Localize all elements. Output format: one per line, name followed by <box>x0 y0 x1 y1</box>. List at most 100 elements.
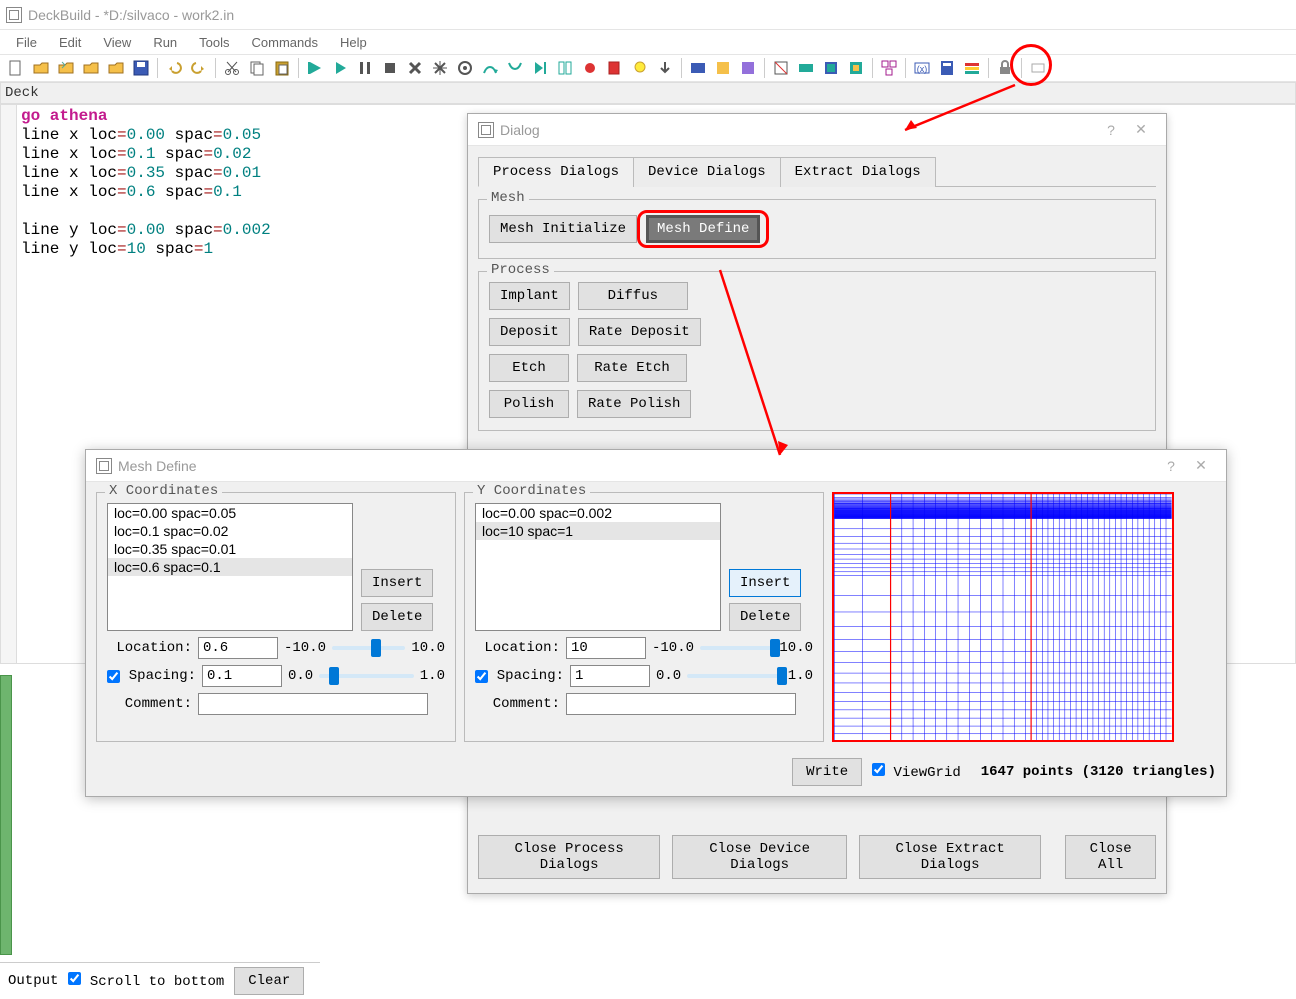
etch-button[interactable]: Etch <box>489 354 569 382</box>
x-insert-button[interactable]: Insert <box>361 569 433 597</box>
menu-help[interactable]: Help <box>330 33 377 52</box>
tb-open2-icon[interactable] <box>54 56 78 80</box>
menu-commands[interactable]: Commands <box>242 33 328 52</box>
menu-edit[interactable]: Edit <box>49 33 91 52</box>
rate-etch-button[interactable]: Rate Etch <box>577 354 687 382</box>
tb-step2-icon[interactable] <box>503 56 527 80</box>
deposit-button[interactable]: Deposit <box>489 318 570 346</box>
rate-polish-button[interactable]: Rate Polish <box>577 390 691 418</box>
close-device-button[interactable]: Close Device Dialogs <box>672 835 847 879</box>
tb-cursor-icon[interactable] <box>553 56 577 80</box>
y-spacing-input[interactable] <box>570 665 650 687</box>
menu-view[interactable]: View <box>93 33 141 52</box>
mesh-titlebar[interactable]: Mesh Define ? ✕ <box>86 450 1226 482</box>
rate-deposit-button[interactable]: Rate Deposit <box>578 318 701 346</box>
output-bar: Output Scroll to bottom Clear <box>0 962 320 999</box>
tb-commands-icon[interactable] <box>877 56 901 80</box>
tb-save-icon[interactable] <box>129 56 153 80</box>
tb-var-icon[interactable]: (x) <box>910 56 934 80</box>
y-location-input[interactable] <box>566 637 646 659</box>
tb-stop-icon[interactable] <box>378 56 402 80</box>
x-comment-input[interactable] <box>198 693 428 715</box>
tb-cancel-icon[interactable] <box>403 56 427 80</box>
list-item[interactable]: loc=0.1 spac=0.02 <box>108 522 352 540</box>
tb-open3-icon[interactable] <box>79 56 103 80</box>
viewgrid-checkbox-label[interactable]: ViewGrid <box>872 763 961 781</box>
tb-calc-icon[interactable] <box>935 56 959 80</box>
mesh-define-button[interactable]: Mesh Define <box>646 215 760 243</box>
tb-down-icon[interactable] <box>653 56 677 80</box>
tb-paste-icon[interactable] <box>270 56 294 80</box>
dialog-titlebar[interactable]: Dialog ? ✕ <box>468 114 1166 146</box>
mesh-initialize-button[interactable]: Mesh Initialize <box>489 215 637 243</box>
list-item[interactable]: loc=0.00 spac=0.05 <box>108 504 352 522</box>
tb-pause-icon[interactable] <box>353 56 377 80</box>
y-listbox[interactable]: loc=0.00 spac=0.002loc=10 spac=1 <box>475 503 721 631</box>
tab-extract-dialogs[interactable]: Extract Dialogs <box>780 157 936 187</box>
scroll-checkbox-label[interactable]: Scroll to bottom <box>68 972 224 990</box>
tb-tool2-icon[interactable] <box>711 56 735 80</box>
clear-button[interactable]: Clear <box>234 967 304 995</box>
tb-play-icon[interactable] <box>328 56 352 80</box>
diffus-button[interactable]: Diffus <box>578 282 688 310</box>
tb-redo-icon[interactable] <box>187 56 211 80</box>
tb-bulb-icon[interactable] <box>628 56 652 80</box>
menu-tools[interactable]: Tools <box>189 33 239 52</box>
x-location-input[interactable] <box>198 637 278 659</box>
close-extract-button[interactable]: Close Extract Dialogs <box>859 835 1041 879</box>
viewgrid-checkbox[interactable] <box>872 763 885 776</box>
tb-target-icon[interactable] <box>453 56 477 80</box>
close-process-button[interactable]: Close Process Dialogs <box>478 835 660 879</box>
tb-copy-icon[interactable] <box>245 56 269 80</box>
menu-file[interactable]: File <box>6 33 47 52</box>
x-delete-button[interactable]: Delete <box>361 603 433 631</box>
tb-kill-icon[interactable] <box>428 56 452 80</box>
tb-step-icon[interactable] <box>478 56 502 80</box>
dialog-help-icon[interactable]: ? <box>1096 122 1126 138</box>
tb-tool7-icon[interactable] <box>844 56 868 80</box>
x-listbox[interactable]: loc=0.00 spac=0.05loc=0.1 spac=0.02loc=0… <box>107 503 353 631</box>
tab-device-dialogs[interactable]: Device Dialogs <box>633 157 781 187</box>
mesh-help-icon[interactable]: ? <box>1156 458 1186 474</box>
menu-run[interactable]: Run <box>143 33 187 52</box>
tb-tool4-icon[interactable] <box>769 56 793 80</box>
tb-tool3-icon[interactable] <box>736 56 760 80</box>
close-all-button[interactable]: Close All <box>1065 835 1156 879</box>
tb-open4-icon[interactable] <box>104 56 128 80</box>
tb-new-icon[interactable] <box>4 56 28 80</box>
mesh-close-icon[interactable]: ✕ <box>1186 457 1216 474</box>
x-spacing-input[interactable] <box>202 665 282 687</box>
y-insert-button[interactable]: Insert <box>729 569 801 597</box>
tb-open-icon[interactable] <box>29 56 53 80</box>
tb-flag-icon[interactable] <box>603 56 627 80</box>
implant-button[interactable]: Implant <box>489 282 570 310</box>
polish-button[interactable]: Polish <box>489 390 569 418</box>
tab-process-dialogs[interactable]: Process Dialogs <box>478 157 634 187</box>
tb-color-icon[interactable] <box>960 56 984 80</box>
dialog-close-icon[interactable]: ✕ <box>1126 121 1156 138</box>
svg-text:(x): (x) <box>917 64 928 74</box>
list-item[interactable]: loc=10 spac=1 <box>476 522 720 540</box>
tb-undo-icon[interactable] <box>162 56 186 80</box>
tb-tool6-icon[interactable] <box>819 56 843 80</box>
side-strip <box>0 675 12 955</box>
list-item[interactable]: loc=0.6 spac=0.1 <box>108 558 352 576</box>
tb-tool1-icon[interactable] <box>686 56 710 80</box>
x-spacing-slider[interactable] <box>319 667 414 685</box>
tb-run-icon[interactable] <box>303 56 327 80</box>
write-button[interactable]: Write <box>792 758 862 786</box>
y-comment-input[interactable] <box>566 693 796 715</box>
tb-break-icon[interactable] <box>578 56 602 80</box>
y-spacing-checkbox[interactable] <box>475 670 488 683</box>
y-location-slider[interactable] <box>700 639 773 657</box>
tb-tool5-icon[interactable] <box>794 56 818 80</box>
y-delete-button[interactable]: Delete <box>729 603 801 631</box>
x-location-slider[interactable] <box>332 639 405 657</box>
y-spacing-slider[interactable] <box>687 667 782 685</box>
tb-cut-icon[interactable] <box>220 56 244 80</box>
x-spacing-checkbox[interactable] <box>107 670 120 683</box>
list-item[interactable]: loc=0.00 spac=0.002 <box>476 504 720 522</box>
tb-next-icon[interactable] <box>528 56 552 80</box>
list-item[interactable]: loc=0.35 spac=0.01 <box>108 540 352 558</box>
scroll-checkbox[interactable] <box>68 972 81 985</box>
